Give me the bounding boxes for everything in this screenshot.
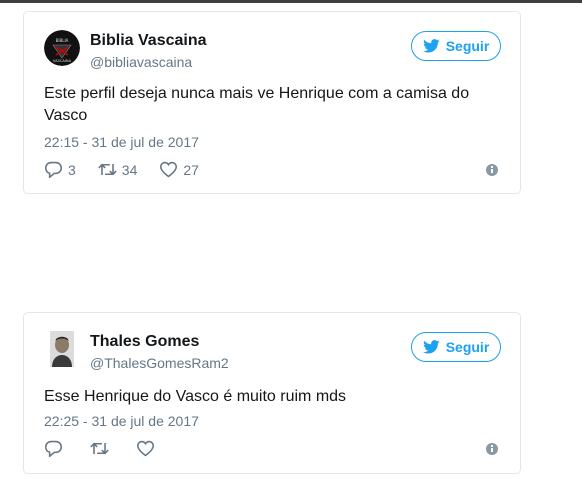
info-icon[interactable] [486,164,498,176]
avatar[interactable] [50,331,74,367]
timestamp[interactable]: 22:15 - 31 de jul de 2017 [44,134,199,150]
avatar-logo-text: VASCAINA [53,59,72,63]
reply-icon [44,440,63,457]
user-handle[interactable]: @bibliavascaina [90,54,192,70]
user-name[interactable]: Biblia Vascaina [90,32,207,50]
like-icon [136,440,155,457]
tweet-actions: 3 34 27 [44,161,221,178]
follow-button[interactable]: Seguir [411,332,501,362]
retweet-count: 34 [121,161,138,178]
tweet-text: Esse Henrique do Vasco é muito ruim mds [44,388,347,405]
tweet-actions [44,440,182,457]
like-action[interactable]: 27 [159,161,199,178]
tweet-card: BIBLIA VASCAINA Biblia Vascaina @bibliav… [23,11,521,194]
reply-action[interactable]: 3 [44,161,76,178]
info-icon[interactable] [486,443,498,455]
like-count: 27 [183,161,199,178]
user-handle[interactable]: @ThalesGomesRam2 [90,355,229,371]
like-action[interactable] [136,440,160,457]
timestamp[interactable]: 22:25 - 31 de jul de 2017 [44,413,199,429]
follow-label: Seguir [445,339,490,355]
reply-action[interactable] [44,440,68,457]
avatar-logo-text: BIBLIA [56,38,69,43]
reply-icon [44,161,63,178]
reply-count: 3 [68,161,76,178]
retweet-action[interactable] [90,440,114,457]
like-icon [160,161,178,178]
tweet-card: Thales Gomes @ThalesGomesRam2 Seguir Ess… [23,312,521,474]
retweet-icon [90,442,109,455]
top-border [0,0,582,3]
follow-button[interactable]: Seguir [411,31,501,61]
retweet-icon [98,163,117,176]
retweet-action[interactable]: 34 [98,161,138,178]
follow-label: Seguir [445,38,490,54]
twitter-bird-icon [422,39,440,53]
avatar[interactable]: BIBLIA VASCAINA [44,30,80,66]
twitter-bird-icon [422,340,440,354]
tweet-text: Este perfil deseja nunca mais ve Henriqu… [44,85,470,124]
user-name[interactable]: Thales Gomes [90,333,199,351]
